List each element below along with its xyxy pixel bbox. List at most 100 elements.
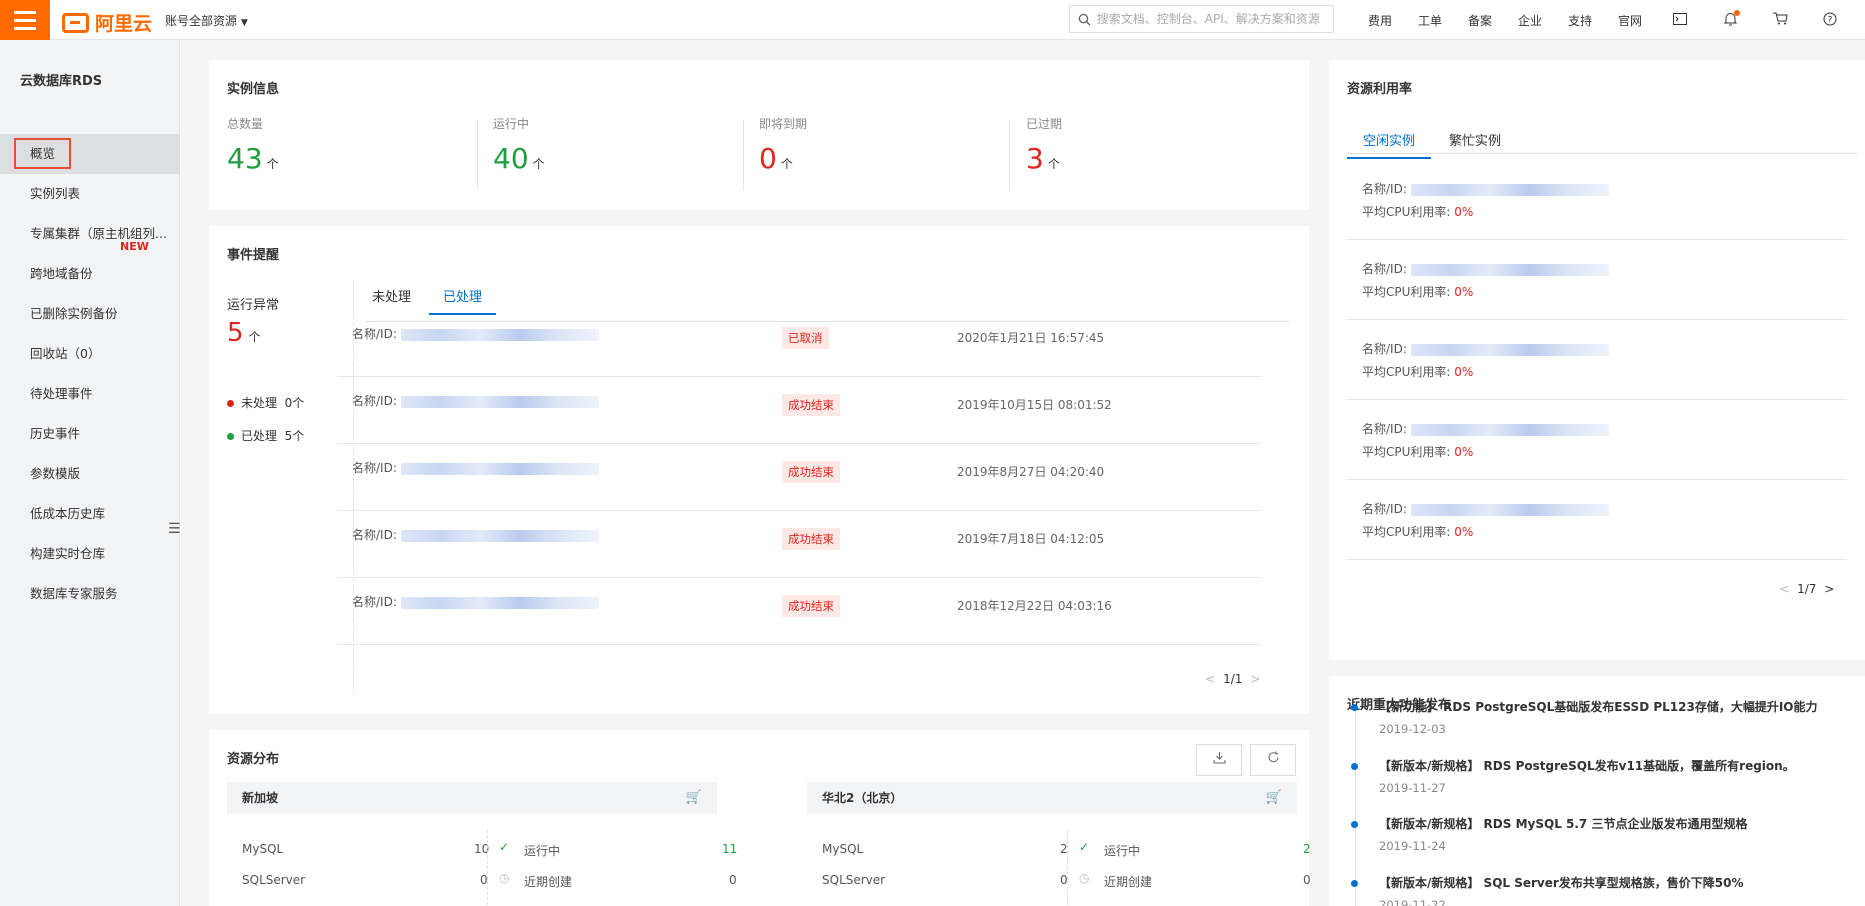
collapse-sidebar-icon[interactable]: ☰ xyxy=(168,521,181,537)
sidebar-item-recycle-bin[interactable]: 回收站（0） xyxy=(0,334,180,374)
stat-expiring[interactable]: 即将到期 0个 xyxy=(759,115,1019,175)
event-time: 2019年8月27日 04:20:40 xyxy=(957,465,1105,479)
sidebar-item-cross-region-backup[interactable]: 跨地域备份 xyxy=(0,254,180,294)
status-badge: 成功结束 xyxy=(782,528,840,550)
stat-expired[interactable]: 已过期 3个 xyxy=(1026,115,1286,175)
language-switch[interactable]: 简体 xyxy=(1855,12,1865,29)
cart-icon[interactable] xyxy=(1755,12,1805,28)
terminal-icon[interactable] xyxy=(1655,12,1705,28)
resource-item[interactable]: 名称/ID: 平均CPU利用率: 0% xyxy=(1347,480,1847,560)
stat-running[interactable]: 运行中 40 个 xyxy=(493,115,753,175)
resource-item[interactable]: 名称/ID: 平均CPU利用率: 0% xyxy=(1347,160,1847,240)
stat-total[interactable]: 总数量 43 个 xyxy=(227,115,487,175)
engine-label: SQLServer xyxy=(242,873,306,887)
bell-icon[interactable] xyxy=(1705,9,1755,29)
account-scope-dropdown[interactable]: 账号全部资源 ▼ xyxy=(165,12,248,29)
caret-down-icon: ▼ xyxy=(240,18,248,28)
instance-info-card: 实例信息 总数量 43 个 运行中 40 个 即将到期 0个 已过期 3个 xyxy=(209,60,1309,210)
resource-item[interactable]: 名称/ID: 平均CPU利用率: 0% xyxy=(1347,320,1847,400)
status-count: 11 xyxy=(722,842,738,856)
timeline-dot xyxy=(1351,821,1358,828)
prev-page-icon[interactable]: < xyxy=(1205,672,1215,686)
engine-label: MySQL xyxy=(822,842,864,856)
tab-busy-instances[interactable]: 繁忙实例 xyxy=(1449,130,1501,157)
timeline-dot xyxy=(1351,880,1358,887)
sidebar-item-overview[interactable]: 概览 xyxy=(0,134,180,174)
sidebar-item-instances[interactable]: 实例列表 xyxy=(0,174,180,214)
events-title: 事件提醒 xyxy=(227,248,280,263)
divider xyxy=(743,120,744,190)
abnormal-label: 运行异常 xyxy=(227,298,280,313)
new-badge: NEW xyxy=(120,240,149,253)
engine-label: SQLServer xyxy=(822,873,886,887)
nav-tickets[interactable]: 工单 xyxy=(1405,12,1455,29)
unprocessed-summary: 未处理 0个 xyxy=(227,394,304,411)
redacted-id xyxy=(400,395,599,408)
region-header-beijing: 华北2（北京） 🛒 xyxy=(807,782,1297,814)
refresh-icon xyxy=(1268,751,1278,763)
download-icon xyxy=(1213,752,1225,764)
event-row[interactable]: 名称/ID: 成功结束 2019年7月18日 04:12:05 xyxy=(337,511,1261,578)
divider xyxy=(1067,830,1068,906)
event-row[interactable]: 名称/ID: 成功结束 2019年8月27日 04:20:40 xyxy=(337,444,1261,511)
sidebar-item-param-templates[interactable]: 参数模版 xyxy=(0,454,180,494)
status-count: 2 xyxy=(1303,842,1311,856)
event-time: 2019年7月18日 04:12:05 xyxy=(957,532,1105,546)
status-badge: 已取消 xyxy=(782,327,829,349)
search-icon xyxy=(1078,13,1091,25)
nav-website[interactable]: 官网 xyxy=(1605,12,1655,29)
next-page-icon[interactable]: > xyxy=(1824,582,1834,596)
event-time: 2018年12月22日 04:03:16 xyxy=(957,599,1112,613)
event-time: 2020年1月21日 16:57:45 xyxy=(957,331,1105,345)
sidebar-item-expert-service[interactable]: 数据库专家服务 xyxy=(0,574,180,614)
event-row[interactable]: 名称/ID: 已取消 2020年1月21日 16:57:45 xyxy=(337,310,1261,377)
divider xyxy=(477,120,478,190)
search-box[interactable] xyxy=(1069,5,1334,33)
resource-item[interactable]: 名称/ID: 平均CPU利用率: 0% xyxy=(1347,400,1847,480)
redacted-id xyxy=(400,462,599,475)
redacted-id xyxy=(1410,423,1609,436)
event-row[interactable]: 名称/ID: 成功结束 2018年12月22日 04:03:16 xyxy=(337,578,1261,645)
sidebar-item-realtime-warehouse[interactable]: 构建实时仓库 xyxy=(0,534,180,574)
sidebar: 云数据库RDS 概览 实例列表 专属集群（原主机组列... 跨地域备份 NEW … xyxy=(0,40,181,906)
refresh-button[interactable] xyxy=(1250,744,1296,776)
next-page-icon[interactable]: > xyxy=(1250,672,1260,686)
nav-support[interactable]: 支持 xyxy=(1555,12,1605,29)
download-button[interactable] xyxy=(1196,744,1242,776)
sidebar-item-deleted-backups[interactable]: 已删除实例备份 xyxy=(0,294,180,334)
clock-icon: ◷ xyxy=(499,871,510,885)
top-bar: 阿里云 账号全部资源 ▼ 费用 工单 备案 企业 支持 官网 ? 简体 xyxy=(0,0,1865,40)
redacted-id xyxy=(1410,183,1609,196)
redacted-id xyxy=(1410,263,1609,276)
redacted-id xyxy=(400,596,599,609)
timeline-dot xyxy=(1351,763,1358,770)
svg-text:?: ? xyxy=(1828,15,1833,25)
tab-unprocessed[interactable]: 未处理 xyxy=(372,286,411,313)
sidebar-item-dedicated-cluster[interactable]: 专属集群（原主机组列... xyxy=(0,214,180,254)
tab-idle-instances[interactable]: 空闲实例 xyxy=(1347,130,1432,159)
cart-icon[interactable]: 🛒 xyxy=(1266,782,1282,814)
sidebar-item-history-events[interactable]: 历史事件 xyxy=(0,414,180,454)
menu-icon[interactable] xyxy=(0,0,50,40)
event-row[interactable]: 名称/ID: 成功结束 2019年10月15日 08:01:52 xyxy=(337,377,1261,444)
resource-item[interactable]: 名称/ID: 平均CPU利用率: 0% xyxy=(1347,240,1847,320)
cart-icon[interactable]: 🛒 xyxy=(686,782,702,814)
status-label: 运行中 xyxy=(524,844,561,858)
instance-info-title: 实例信息 xyxy=(227,82,280,97)
aliyun-logo[interactable]: 阿里云 xyxy=(62,9,152,36)
redacted-id xyxy=(400,328,599,341)
redacted-id xyxy=(1410,503,1609,516)
divider xyxy=(487,830,488,906)
resource-pager: <1/7 > xyxy=(1779,582,1835,596)
help-icon[interactable]: ? xyxy=(1805,12,1855,29)
nav-enterprise[interactable]: 企业 xyxy=(1505,12,1555,29)
nav-icp[interactable]: 备案 xyxy=(1455,12,1505,29)
status-badge: 成功结束 xyxy=(782,595,840,617)
main-content: 实例信息 总数量 43 个 运行中 40 个 即将到期 0个 已过期 3个 事件提醒… xyxy=(181,40,1865,906)
prev-page-icon[interactable]: < xyxy=(1779,582,1789,596)
sidebar-item-low-cost-history[interactable]: 低成本历史库 xyxy=(0,494,180,534)
status-count: 0 xyxy=(729,873,737,887)
sidebar-item-pending-events[interactable]: 待处理事件 xyxy=(0,374,180,414)
search-input[interactable] xyxy=(1096,12,1333,26)
nav-fees[interactable]: 费用 xyxy=(1355,12,1405,29)
